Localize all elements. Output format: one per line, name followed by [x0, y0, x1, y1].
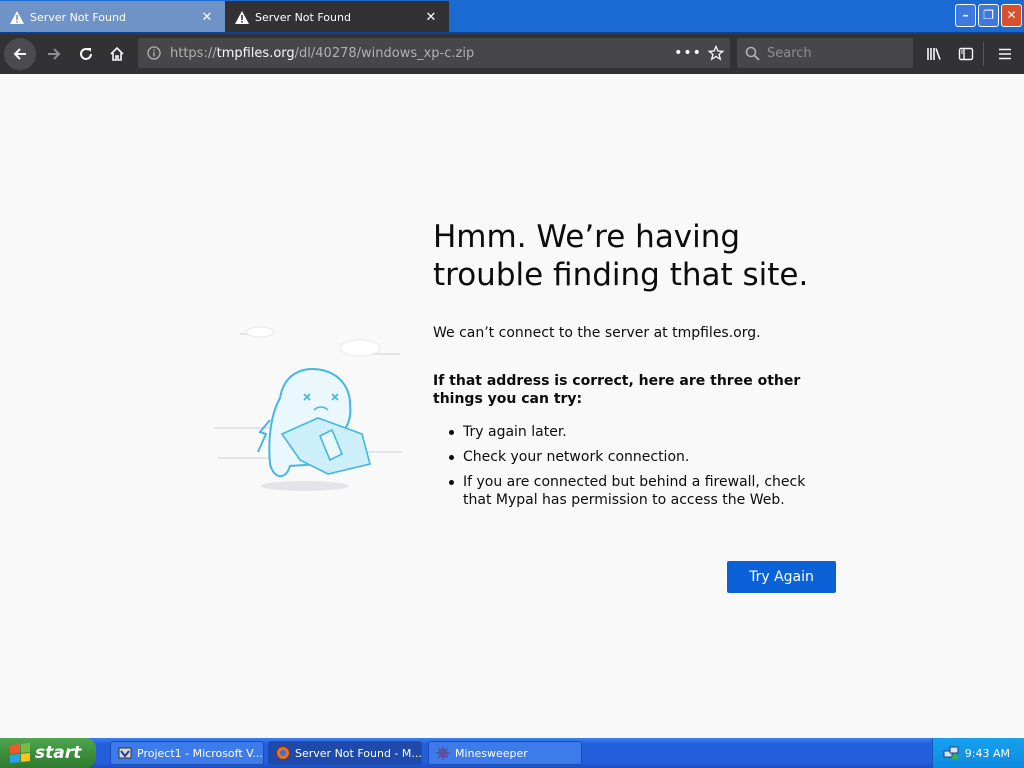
browser-icon — [276, 746, 290, 760]
list-item: Check your network connection. — [446, 448, 836, 466]
forward-button[interactable] — [38, 38, 70, 70]
taskbar-item-label: Project1 - Microsoft V... — [137, 746, 263, 760]
suggestions-heading: If that address is correct, here are thr… — [433, 373, 801, 407]
menu-button[interactable] — [989, 38, 1021, 70]
home-icon — [110, 46, 124, 61]
url-text[interactable]: https://tmpfiles.org/dl/40278/windows_xp… — [170, 46, 674, 61]
url-host: tmpfiles.org — [216, 45, 295, 61]
home-button[interactable] — [101, 38, 133, 70]
reload-icon — [80, 48, 92, 60]
taskbar-item-label: Minesweeper — [455, 746, 528, 760]
try-again-button[interactable]: Try Again — [727, 561, 836, 593]
tab-server-not-found-2[interactable]: Server Not Found ✕ — [225, 1, 449, 34]
dino-illustration — [214, 326, 402, 491]
tab-server-not-found-1[interactable]: Server Not Found ✕ — [0, 1, 225, 34]
page-actions-button[interactable]: ••• — [674, 45, 702, 61]
search-icon — [737, 46, 767, 61]
clock[interactable]: 9:43 AM — [965, 747, 1010, 760]
network-icon[interactable] — [943, 745, 959, 761]
error-page: Hmm. We’re having trouble finding that s… — [0, 74, 1024, 738]
minesweeper-icon — [436, 746, 450, 760]
tab-close-icon[interactable]: ✕ — [199, 10, 215, 25]
taskbar-item-project1[interactable]: Project1 - Microsoft V... — [110, 741, 264, 765]
library-icon — [927, 48, 941, 60]
bookmark-star-icon[interactable] — [702, 45, 730, 61]
close-window-button[interactable]: ✕ — [1001, 4, 1022, 27]
maximize-button[interactable]: ❐ — [978, 4, 999, 27]
forward-arrow-icon — [48, 48, 61, 60]
taskbar: start Project1 - Microsoft V... Server N… — [0, 738, 1024, 768]
visual-basic-icon — [118, 747, 132, 759]
tab-title: Server Not Found — [255, 11, 351, 24]
tab-close-icon[interactable]: ✕ — [423, 10, 439, 25]
taskbar-item-browser[interactable]: Server Not Found - M... — [268, 741, 422, 765]
search-bar[interactable]: Search — [737, 38, 913, 68]
warning-icon — [10, 11, 24, 24]
system-tray: 9:43 AM — [932, 738, 1024, 768]
list-item: Try again later. — [446, 423, 836, 441]
error-description: We can’t connect to the server at tmpfil… — [433, 325, 761, 341]
url-bar[interactable]: https://tmpfiles.org/dl/40278/windows_xp… — [138, 38, 730, 68]
navigation-toolbar: https://tmpfiles.org/dl/40278/windows_xp… — [0, 34, 1024, 74]
sidebar-icon — [958, 47, 974, 61]
back-button[interactable] — [4, 38, 36, 70]
suggestions-list: Try again later. Check your network conn… — [446, 423, 836, 516]
start-button[interactable]: start — [0, 738, 96, 768]
page-title: Hmm. We’re having trouble finding that s… — [433, 219, 809, 293]
taskbar-item-label: Server Not Found - M... — [295, 746, 422, 760]
windows-logo-icon — [10, 742, 30, 764]
library-button[interactable] — [918, 38, 950, 70]
search-input[interactable]: Search — [767, 46, 812, 61]
toolbar-separator — [983, 42, 984, 66]
list-item: If you are connected but behind a firewa… — [446, 473, 836, 509]
start-label: start — [35, 743, 82, 763]
hamburger-menu-icon — [999, 48, 1011, 60]
reload-button[interactable] — [70, 38, 102, 70]
info-icon[interactable] — [138, 46, 170, 60]
tab-title: Server Not Found — [30, 11, 126, 24]
taskbar-item-minesweeper[interactable]: Minesweeper — [428, 741, 582, 765]
sidebar-button[interactable] — [950, 38, 982, 70]
url-path: /dl/40278/windows_xp-c.zip — [294, 45, 475, 61]
back-arrow-icon — [13, 48, 26, 60]
warning-icon — [235, 11, 249, 24]
url-scheme: https:// — [170, 45, 217, 61]
tab-strip: Server Not Found ✕ Server Not Found ✕ – … — [0, 0, 1024, 34]
minimize-button[interactable]: – — [955, 4, 976, 27]
